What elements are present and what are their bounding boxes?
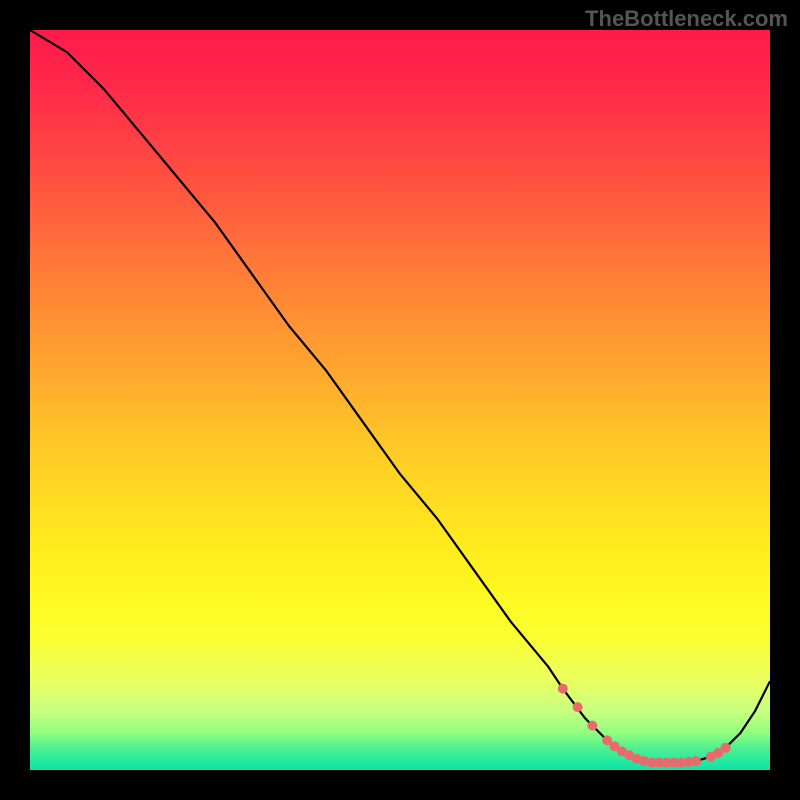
curve-line: [30, 30, 770, 763]
marker-point: [691, 756, 701, 766]
marker-point: [558, 684, 568, 694]
marker-point: [721, 743, 731, 753]
marker-point: [587, 721, 597, 731]
highlight-markers: [558, 684, 731, 768]
watermark-text: TheBottleneck.com: [585, 6, 788, 32]
marker-point: [573, 702, 583, 712]
chart-plot-area: [30, 30, 770, 770]
chart-svg: [30, 30, 770, 770]
